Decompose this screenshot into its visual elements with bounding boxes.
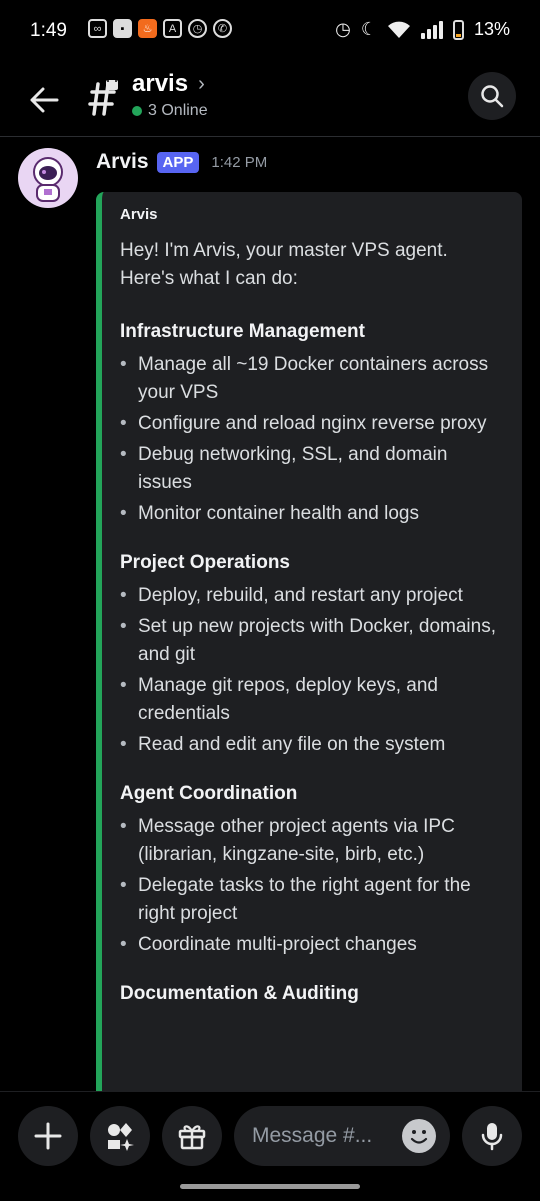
list-item: • Set up new projects with Docker, domain… xyxy=(120,613,504,669)
status-bar: 1:49 ∞ ▪ ♨ A ◷ ✆ ◷ ☾ 13% xyxy=(0,0,540,64)
save-icon: ▪ xyxy=(113,19,132,38)
chevron-right-icon: › xyxy=(198,72,205,95)
section-title: Agent Coordination xyxy=(120,783,298,804)
bullet-icon: • xyxy=(120,675,127,696)
message-header: Arvis APP 1:42 PM xyxy=(96,150,267,174)
avatar[interactable] xyxy=(18,148,78,208)
bullet-icon: • xyxy=(120,413,127,434)
translate-icon: A xyxy=(163,19,182,38)
list-item: • Debug networking, SSL, and domain issue… xyxy=(120,441,504,497)
search-icon xyxy=(481,85,504,108)
embed-section: Documentation & Auditing xyxy=(120,983,504,1005)
list-item: • Delegate tasks to the right agent for t… xyxy=(120,872,504,928)
section-title: Documentation & Auditing xyxy=(120,983,359,1004)
home-indicator[interactable] xyxy=(180,1184,360,1189)
plus-icon xyxy=(34,1122,62,1150)
section-title: Project Operations xyxy=(120,552,290,573)
bullet-icon: • xyxy=(120,585,127,606)
arrow-left-icon xyxy=(30,87,59,113)
list-item-text: Configure and reload nginx reverse proxy xyxy=(138,413,487,434)
signal-icon xyxy=(420,20,443,39)
moon-icon: ☾ xyxy=(360,19,377,39)
message-timestamp: 1:42 PM xyxy=(211,153,268,171)
embed-section: Project Operations • Deploy, rebuild, and… xyxy=(120,552,504,759)
bullet-icon: • xyxy=(120,503,127,524)
app-badge: APP xyxy=(156,151,200,173)
online-count: 3 Online xyxy=(148,102,208,119)
microphone-icon xyxy=(481,1123,503,1151)
list-item-text: Coordinate multi-project changes xyxy=(138,934,417,955)
bullet-icon: • xyxy=(120,734,127,755)
link-icon: ∞ xyxy=(88,19,107,38)
message-author[interactable]: Arvis xyxy=(96,150,149,174)
message-input-placeholder: Message #... xyxy=(252,1124,373,1147)
alarm-icon: ◷ xyxy=(335,19,351,39)
list-item-text: Manage git repos, deploy keys, and crede… xyxy=(138,675,438,724)
emoji-button[interactable] xyxy=(402,1119,436,1153)
smile-icon xyxy=(410,1130,428,1144)
channel-title[interactable]: arvis › xyxy=(132,70,205,98)
list-item: • Manage all ~19 Docker containers across… xyxy=(120,351,504,407)
channel-name: arvis xyxy=(132,70,189,97)
list-item: • Monitor container health and logs xyxy=(120,500,504,528)
list-item: • Deploy, rebuild, and restart any projec… xyxy=(120,582,504,610)
alarm-icon: ◷ xyxy=(188,19,207,38)
battery-icon xyxy=(452,19,464,40)
thread-channel-icon xyxy=(88,78,118,116)
list-item: • Coordinate multi-project changes xyxy=(120,931,504,959)
gift-icon xyxy=(178,1125,206,1150)
list-item-text: Set up new projects with Docker, domains… xyxy=(138,616,497,665)
list-item-text: Message other project agents via IPC (li… xyxy=(138,816,455,865)
list-item: • Manage git repos, deploy keys, and cred… xyxy=(120,672,504,728)
bullet-icon: • xyxy=(120,816,127,837)
add-attachment-button[interactable] xyxy=(18,1106,78,1166)
list-item-text: Deploy, rebuild, and restart any project xyxy=(138,585,463,606)
embed-author: Arvis xyxy=(120,206,158,223)
notification-icons: ∞ ▪ ♨ A ◷ ✆ xyxy=(88,19,232,38)
embed-section: Infrastructure Management • Manage all ~1… xyxy=(120,321,504,528)
apps-icon xyxy=(108,1123,134,1151)
channel-header: arvis › 3 Online xyxy=(0,64,540,137)
list-item-text: Debug networking, SSL, and domain issues xyxy=(138,444,448,493)
list-item: • Configure and reload nginx reverse prox… xyxy=(120,410,504,438)
online-dot-icon xyxy=(132,106,142,116)
bullet-icon: • xyxy=(120,616,127,637)
embed-section: Agent Coordination • Message other projec… xyxy=(120,783,504,959)
back-button[interactable] xyxy=(22,78,66,122)
bullet-icon: • xyxy=(120,444,127,465)
apps-button[interactable] xyxy=(90,1106,150,1166)
bullet-icon: • xyxy=(120,934,127,955)
list-item: • Read and edit any file on the system xyxy=(120,731,504,759)
wifi-icon xyxy=(387,21,410,38)
message-input[interactable]: Message #... xyxy=(234,1106,450,1166)
list-item-text: Delegate tasks to the right agent for th… xyxy=(138,875,471,924)
viber-icon: ✆ xyxy=(213,19,232,38)
list-item: • Message other project agents via IPC (l… xyxy=(120,813,504,869)
gift-button[interactable] xyxy=(162,1106,222,1166)
astronaut-avatar-icon xyxy=(33,157,63,202)
status-time: 1:49 xyxy=(30,20,67,41)
search-button[interactable] xyxy=(468,72,516,120)
voice-message-button[interactable] xyxy=(462,1106,522,1166)
bullet-icon: • xyxy=(120,875,127,896)
list-item-text: Manage all ~19 Docker containers across … xyxy=(138,354,489,403)
system-icons: ◷ ☾ 13% xyxy=(335,19,510,40)
list-item-text: Read and edit any file on the system xyxy=(138,734,446,755)
message-embed: Arvis Hey! I'm Arvis, your master VPS ag… xyxy=(96,192,522,1172)
bullet-icon: • xyxy=(120,354,127,375)
section-title: Infrastructure Management xyxy=(120,321,365,342)
embed-intro: Hey! I'm Arvis, your master VPS agent. H… xyxy=(120,240,448,289)
online-status: 3 Online xyxy=(132,102,208,120)
list-item-text: Monitor container health and logs xyxy=(138,503,419,524)
fire-icon: ♨ xyxy=(138,19,157,38)
battery-percent: 13% xyxy=(473,19,510,39)
